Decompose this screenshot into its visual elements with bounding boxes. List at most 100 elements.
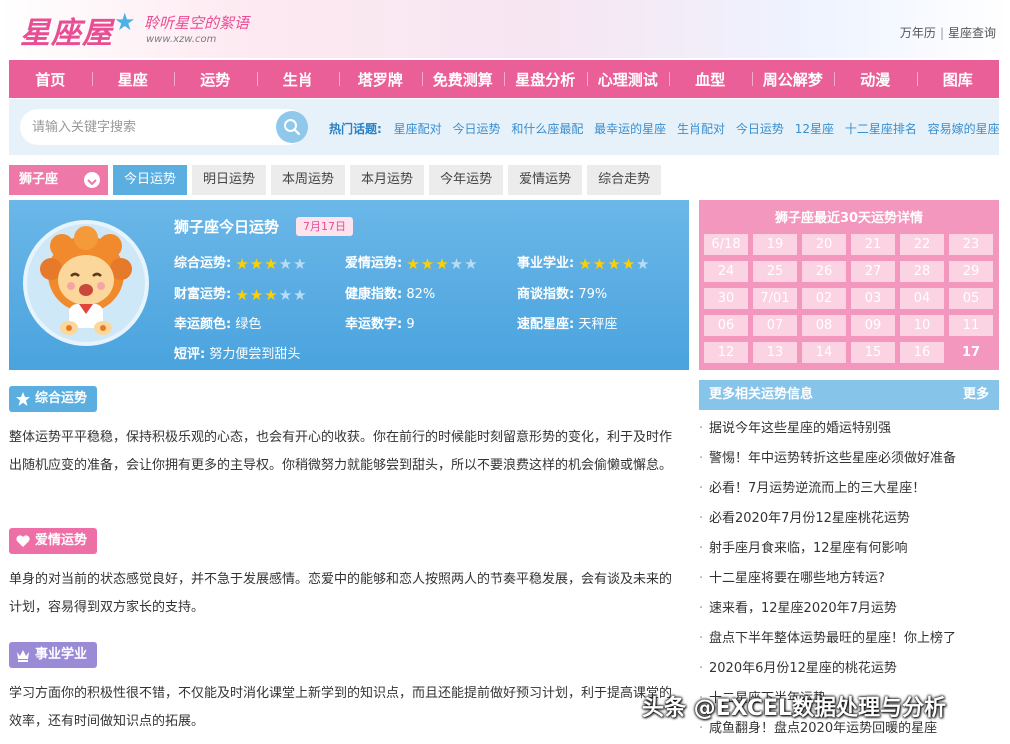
calendar-day[interactable]: 10 xyxy=(900,315,944,336)
sign-dropdown[interactable]: 狮子座 xyxy=(9,165,108,195)
hot-topic-link[interactable]: 今日运势 xyxy=(736,122,784,136)
star-rating: ★★★★★ xyxy=(235,286,307,304)
hot-topic-link[interactable]: 容易嫁的星座 xyxy=(928,122,1000,136)
search-button[interactable] xyxy=(276,111,308,143)
nav-item-psych-test[interactable]: 心理测试 xyxy=(586,69,670,90)
calendar-day[interactable]: 15 xyxy=(851,342,895,363)
tab-love[interactable]: 爱情运势 xyxy=(508,165,583,195)
hot-topic-link[interactable]: 星座配对 xyxy=(394,122,442,136)
match-sign-value[interactable]: 天秤座 xyxy=(578,317,617,332)
star-filled-icon: ★ xyxy=(235,254,250,273)
career-fortune: 事业学业: ★★★★★ xyxy=(517,252,651,273)
calendar-day[interactable]: 11 xyxy=(949,315,993,336)
top-link-calendar[interactable]: 万年历 xyxy=(900,26,936,40)
section-love-header: 爱情运势 xyxy=(9,528,98,554)
calendar-day[interactable]: 13 xyxy=(753,342,797,363)
match-sign: 速配星座: 天秤座 xyxy=(517,313,617,332)
top-link-sign-lookup[interactable]: 星座查询 xyxy=(948,26,996,40)
list-item[interactable]: 2020年6月份12星座的桃花运势 xyxy=(699,654,999,684)
calendar-day[interactable]: 26 xyxy=(802,261,846,282)
tab-today[interactable]: 今日运势 xyxy=(113,165,188,195)
list-item[interactable]: 警惕！年中运势转折这些星座必须做好准备 xyxy=(699,444,999,474)
calendar-day[interactable]: 06 xyxy=(704,315,748,336)
nav-item-zodiac[interactable]: 生肖 xyxy=(256,69,340,90)
nav-item-home[interactable]: 首页 xyxy=(9,69,92,90)
nav-item-chart-analysis[interactable]: 星盘分析 xyxy=(504,69,587,90)
nav-item-signs[interactable]: 星座 xyxy=(91,69,175,90)
hot-topic-link[interactable]: 十二星座排名 xyxy=(845,122,917,136)
calendar-day[interactable]: 12 xyxy=(704,342,748,363)
tab-year[interactable]: 今年运势 xyxy=(429,165,504,195)
calendar-day[interactable]: 14 xyxy=(802,342,846,363)
list-item[interactable]: 盘点下半年整体运势最旺的星座！你上榜了 xyxy=(699,624,999,654)
section-overall-text: 整体运势平平稳稳，保持积极乐观的心态，也会有开心的收获。你在前行的时候能时刻留意… xyxy=(9,430,673,473)
list-item[interactable]: 据说今年这些星座的婚运特别强 xyxy=(699,414,999,444)
short-comment-label: 短评: xyxy=(174,347,206,362)
calendar-day[interactable]: 30 xyxy=(704,288,748,309)
calendar-day[interactable]: 17 xyxy=(949,342,993,363)
calendar-day[interactable]: 23 xyxy=(949,234,993,255)
list-item[interactable]: 必看2020年7月份12星座桃花运势 xyxy=(699,504,999,534)
hot-topic-link[interactable]: 生肖配对 xyxy=(677,122,725,136)
hot-topic-link[interactable]: 和什么座最配 xyxy=(511,122,583,136)
hot-topic-link[interactable]: 最幸运的星座 xyxy=(594,122,666,136)
calendar-day[interactable]: 05 xyxy=(949,288,993,309)
calendar-day[interactable]: 19 xyxy=(753,234,797,255)
nav-item-blood-type[interactable]: 血型 xyxy=(669,69,752,90)
calendar-day[interactable]: 20 xyxy=(802,234,846,255)
calendar-day[interactable]: 6/18 xyxy=(704,234,748,255)
search-input[interactable] xyxy=(32,117,262,137)
hot-topic-link[interactable]: 今日运势 xyxy=(452,122,500,136)
calendar-day[interactable]: 24 xyxy=(704,261,748,282)
star-empty-icon: ★ xyxy=(278,254,294,273)
list-item[interactable]: 必看！7月运势逆流而上的三大星座！ xyxy=(699,474,999,504)
nav-item-gallery[interactable]: 图库 xyxy=(916,69,1000,90)
star-rating: ★★★★★ xyxy=(578,255,650,273)
calendar-day[interactable]: 09 xyxy=(851,315,895,336)
tab-week[interactable]: 本周运势 xyxy=(271,165,346,195)
nav-item-dreams[interactable]: 周公解梦 xyxy=(751,69,835,90)
logo-text: 星座屋 xyxy=(20,16,113,51)
list-item[interactable]: 射手座月食来临，12星座有何影响 xyxy=(699,534,999,564)
calendar-day[interactable]: 28 xyxy=(900,261,944,282)
calendar-day[interactable]: 07 xyxy=(753,315,797,336)
star-empty-icon: ★ xyxy=(293,254,308,273)
love-fortune: 爱情运势: ★★★★★ xyxy=(345,252,479,273)
calendar-day[interactable]: 22 xyxy=(900,234,944,255)
calendar-title: 狮子座最近30天运势详情 xyxy=(774,211,924,226)
calendar-day[interactable]: 04 xyxy=(900,288,944,309)
tab-tomorrow[interactable]: 明日运势 xyxy=(192,165,267,195)
tab-trend[interactable]: 综合走势 xyxy=(587,165,662,195)
calendar-day[interactable]: 21 xyxy=(851,234,895,255)
nav-item-tarot[interactable]: 塔罗牌 xyxy=(339,69,422,90)
nav-item-fortune[interactable]: 运势 xyxy=(174,69,257,90)
site-logo[interactable]: 星座屋 ★ 聆听星空的絮语 www.xzw.com xyxy=(20,8,260,52)
more-link[interactable]: 更多 xyxy=(963,380,989,410)
star-filled-icon: ★ xyxy=(435,254,450,273)
calendar-day[interactable]: 16 xyxy=(900,342,944,363)
health-index-value: 82% xyxy=(406,287,436,302)
calendar-day[interactable]: 29 xyxy=(949,261,993,282)
calendar-day[interactable]: 25 xyxy=(753,261,797,282)
nav-item-anime[interactable]: 动漫 xyxy=(834,69,917,90)
calendar-day[interactable]: 03 xyxy=(851,288,895,309)
site-header: 星座屋 ★ 聆听星空的絮语 www.xzw.com 万年历 | 星座查询 xyxy=(0,0,1010,58)
calendar-day[interactable]: 08 xyxy=(802,315,846,336)
star-empty-icon: ★ xyxy=(449,254,465,273)
calendar-day[interactable]: 7/01 xyxy=(753,288,797,309)
list-item[interactable]: 十二星座将要在哪些地方转运? xyxy=(699,564,999,594)
star-filled-icon: ★ xyxy=(264,254,279,273)
nav-item-free-test[interactable]: 免费测算 xyxy=(421,69,505,90)
heart-icon xyxy=(16,535,30,547)
fortune-card: 狮子座今日运势 7月17日 综合运势: ★★★★★ 爱情运势: ★★★★★ 事业… xyxy=(9,200,689,370)
calendar-day[interactable]: 27 xyxy=(851,261,895,282)
star-rating: ★★★★★ xyxy=(406,255,478,273)
chevron-down-icon xyxy=(84,172,100,188)
hot-topics: 热门话题: 星座配对 今日运势 和什么座最配 最幸运的星座 生肖配对 今日运势 … xyxy=(329,120,1007,137)
tab-month[interactable]: 本月运势 xyxy=(350,165,425,195)
lucky-color: 幸运颜色: 绿色 xyxy=(174,313,261,332)
list-item[interactable]: 速来看，12星座2020年7月运势 xyxy=(699,594,999,624)
calendar-day[interactable]: 02 xyxy=(802,288,846,309)
hot-topic-link[interactable]: 12星座 xyxy=(795,122,834,136)
overall-fortune: 综合运势: ★★★★★ xyxy=(174,252,308,273)
